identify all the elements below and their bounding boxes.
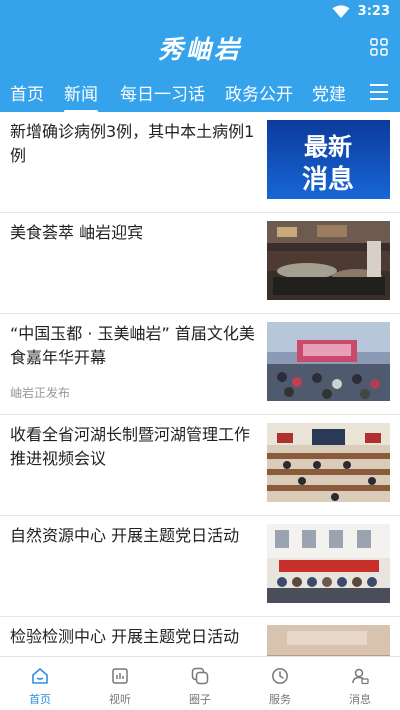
- news-thumbnail: [267, 625, 390, 656]
- news-title: 检验检测中心 开展主题党日活动: [10, 627, 240, 646]
- nav-messages[interactable]: 消息: [320, 657, 400, 710]
- tab-news[interactable]: 新闻: [64, 80, 98, 113]
- news-thumbnail: [267, 221, 390, 300]
- nav-label: 圈子: [189, 693, 211, 706]
- nav-label: 首页: [29, 693, 51, 706]
- news-title: 新增确诊病例3例，其中本土病例1例: [10, 122, 255, 165]
- news-title: 美食荟萃 岫岩迎宾: [10, 223, 144, 242]
- news-item[interactable]: 美食荟萃 岫岩迎宾: [0, 213, 400, 314]
- tab-home[interactable]: 首页: [10, 80, 44, 105]
- nav-video[interactable]: 视听: [80, 657, 160, 710]
- status-bar: 3:23: [0, 0, 400, 24]
- home-icon: [32, 668, 48, 684]
- top-header: 3:23 秀岫岩 首页 新闻 每日一习话 政务公开 党建: [0, 0, 400, 113]
- news-title: 自然资源中心 开展主题党日活动: [10, 526, 240, 545]
- channel-tabs: 首页 新闻 每日一习话 政务公开 党建: [0, 72, 400, 113]
- thumb-text-message: 消息: [302, 164, 354, 195]
- news-thumbnail: [267, 423, 390, 502]
- clock-icon: [272, 668, 288, 684]
- tab-government[interactable]: 政务公开: [225, 80, 293, 105]
- nav-service[interactable]: 服务: [240, 657, 320, 710]
- bottom-navigation: 首页 视听 圈子 服务 消息: [0, 656, 400, 710]
- news-title: “中国玉都 · 玉美岫岩” 首届文化美食嘉年华开幕: [10, 324, 255, 367]
- nav-label: 视听: [109, 693, 131, 706]
- news-item[interactable]: 检验检测中心 开展主题党日活动: [0, 617, 400, 656]
- news-source: 岫岩正发布: [10, 386, 71, 400]
- tab-daily-quote[interactable]: 每日一习话: [120, 80, 205, 105]
- wifi-icon: [332, 5, 350, 18]
- nav-home[interactable]: 首页: [0, 657, 80, 710]
- news-thumbnail: [267, 524, 390, 603]
- grid-icon[interactable]: [370, 38, 388, 56]
- thumb-text-latest: 最新: [304, 133, 352, 161]
- news-thumbnail: 最新 消息: [267, 120, 390, 199]
- nav-label: 消息: [349, 693, 371, 706]
- news-item[interactable]: 收看全省河湖长制暨河湖管理工作推进视频会议: [0, 415, 400, 516]
- status-time: 3:23: [357, 4, 390, 19]
- news-thumbnail: [267, 322, 390, 401]
- news-title: 收看全省河湖长制暨河湖管理工作推进视频会议: [10, 425, 251, 468]
- news-item[interactable]: 新增确诊病例3例，其中本土病例1例 最新 消息: [0, 112, 400, 213]
- circle-chat-icon: [191, 667, 209, 685]
- news-item[interactable]: “中国玉都 · 玉美岫岩” 首届文化美食嘉年华开幕 岫岩正发布: [0, 314, 400, 415]
- news-list: 新增确诊病例3例，其中本土病例1例 最新 消息 美食荟萃 岫岩迎宾 “中国玉都 …: [0, 112, 400, 656]
- nav-circle[interactable]: 圈子: [160, 657, 240, 710]
- nav-label: 服务: [269, 693, 291, 706]
- app-title: 秀岫岩: [157, 35, 242, 64]
- video-icon: [112, 668, 128, 684]
- menu-icon[interactable]: [370, 84, 388, 100]
- news-item[interactable]: 自然资源中心 开展主题党日活动: [0, 516, 400, 617]
- user-message-icon: [352, 668, 369, 685]
- tab-party[interactable]: 党建: [312, 80, 346, 105]
